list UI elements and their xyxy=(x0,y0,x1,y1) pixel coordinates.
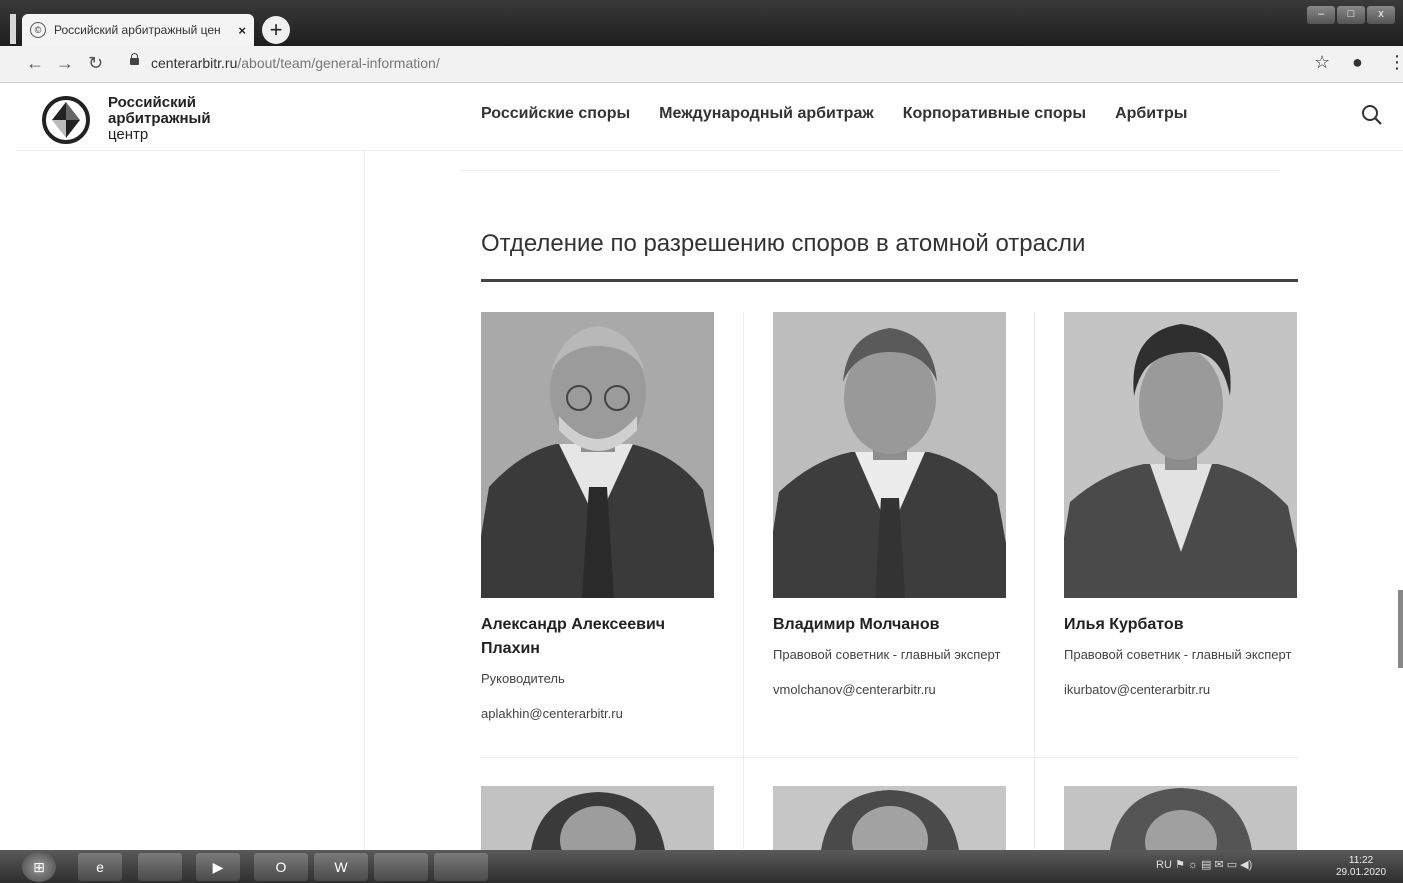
column-separator xyxy=(743,312,744,849)
team-card: Александр Алексеевич Плахин Руководитель… xyxy=(481,312,714,721)
column-separator xyxy=(1034,312,1035,849)
address-bar[interactable]: centerarbitr.ru/about/team/general-infor… xyxy=(151,55,440,71)
logo-line-3: центр xyxy=(108,126,149,143)
content-border xyxy=(364,150,365,850)
logo-icon[interactable] xyxy=(42,96,90,144)
top-divider xyxy=(460,170,1280,171)
lock-icon xyxy=(130,53,139,65)
member-email[interactable]: vmolchanov@centerarbitr.ru xyxy=(773,682,1006,697)
nav-international-arbitration[interactable]: Международный арбитраж xyxy=(659,105,874,123)
window-controls: – □ x xyxy=(1305,6,1395,24)
member-photo xyxy=(1064,786,1297,850)
member-role: Правовой советник - главный эксперт xyxy=(773,647,1001,662)
favicon-icon: © xyxy=(30,22,46,38)
forward-icon[interactable]: → xyxy=(56,53,74,73)
site-header: Российский арбитражный центр Российские … xyxy=(16,84,1403,151)
member-photo xyxy=(773,312,1006,598)
main-nav: Российские споры Международный арбитраж … xyxy=(481,105,1216,123)
member-role: Правовой советник - главный эксперт xyxy=(1064,647,1292,662)
menu-icon[interactable]: ⋮ xyxy=(1388,52,1403,73)
chrome-icon[interactable] xyxy=(434,853,488,881)
profile-icon[interactable]: ● xyxy=(1352,52,1363,73)
new-tab-button[interactable]: + xyxy=(262,16,290,44)
maximize-button[interactable]: □ xyxy=(1337,6,1365,24)
outlook-icon[interactable]: O xyxy=(254,853,308,881)
member-role: Руководитель xyxy=(481,671,565,686)
logo-line-1: Российский xyxy=(108,94,197,111)
member-email[interactable]: aplakhin@centerarbitr.ru xyxy=(481,706,714,721)
explorer-icon[interactable] xyxy=(138,853,182,881)
start-button[interactable]: ⊞ xyxy=(22,852,56,882)
clock-date: 29.01.2020 xyxy=(1336,867,1387,878)
member-photo xyxy=(481,786,714,850)
url-path: /about/team/general-information/ xyxy=(237,55,440,71)
close-tab-icon[interactable]: × xyxy=(238,23,246,38)
tray-icons[interactable]: ⚑ ☼ ▤ ✉ ▭ ◀) xyxy=(1175,859,1252,871)
clock[interactable]: 11:22 29.01.2020 xyxy=(1336,855,1386,879)
team-card: Владимир Молчанов Правовой советник - гл… xyxy=(773,312,1006,697)
member-photo xyxy=(773,786,1006,850)
search-icon[interactable] xyxy=(1361,104,1383,126)
member-photo xyxy=(481,312,714,598)
logo-text[interactable]: Российский арбитражный центр xyxy=(108,95,211,143)
nav-russian-disputes[interactable]: Российские споры xyxy=(481,105,630,123)
nav-arbitrators[interactable]: Арбитры xyxy=(1115,105,1187,123)
ie-icon[interactable]: e xyxy=(78,853,122,881)
member-photo xyxy=(1064,312,1297,598)
section-rule xyxy=(481,279,1298,282)
member-name: Александр Алексеевич Плахин xyxy=(481,616,666,657)
member-email[interactable]: ikurbatov@centerarbitr.ru xyxy=(1064,682,1297,697)
language-indicator[interactable]: RU xyxy=(1156,859,1172,871)
acrobat-icon[interactable] xyxy=(374,853,428,881)
browser-toolbar: ← → ↻ centerarbitr.ru/about/team/general… xyxy=(0,46,1403,83)
browser-tab[interactable]: © Российский арбитражный цен × xyxy=(22,14,254,46)
logo-line-2: арбитражный xyxy=(108,110,211,127)
section-title: Отделение по разрешению споров в атомной… xyxy=(481,230,1086,257)
member-name: Владимир Молчанов xyxy=(773,616,940,633)
tab-title: Российский арбитражный цен xyxy=(54,23,221,37)
system-tray: RU ⚑ ☼ ▤ ✉ ▭ ◀) xyxy=(1156,858,1252,871)
scrollbar-thumb[interactable] xyxy=(1398,590,1403,668)
media-player-icon[interactable]: ▶ xyxy=(196,853,240,881)
word-icon[interactable]: W xyxy=(314,853,368,881)
bookmark-star-icon[interactable]: ☆ xyxy=(1314,52,1330,73)
nav-corporate-disputes[interactable]: Корпоративные споры xyxy=(903,105,1086,123)
url-host: centerarbitr.ru xyxy=(151,55,238,71)
row-divider xyxy=(481,757,1298,758)
window-edge xyxy=(10,14,16,44)
member-name: Илья Курбатов xyxy=(1064,616,1184,633)
minimize-button[interactable]: – xyxy=(1307,6,1335,24)
close-window-button[interactable]: x xyxy=(1367,6,1395,24)
clock-time: 11:22 xyxy=(1348,855,1374,866)
team-card: Илья Курбатов Правовой советник - главны… xyxy=(1064,312,1297,697)
reload-icon[interactable]: ↻ xyxy=(88,53,103,73)
back-icon[interactable]: ← xyxy=(26,53,44,73)
